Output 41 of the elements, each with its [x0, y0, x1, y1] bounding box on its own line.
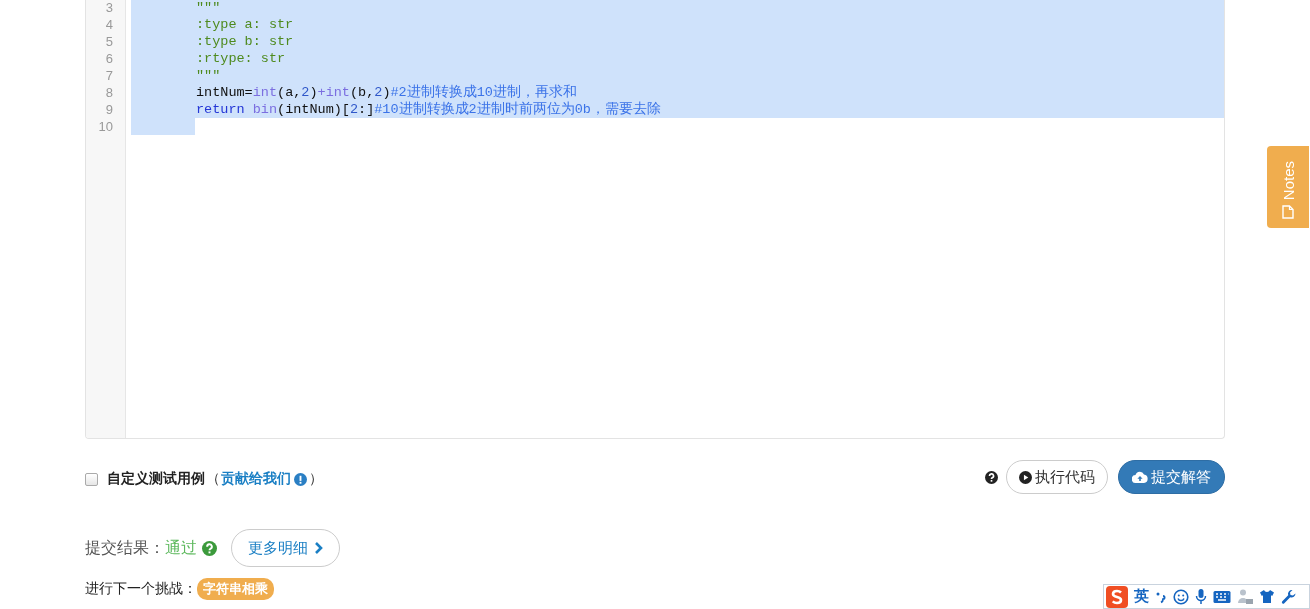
- keyboard-icon: [1213, 589, 1231, 604]
- person-icon: [1237, 588, 1253, 605]
- shirt-icon: [1259, 589, 1275, 604]
- parenthesis: ）: [309, 470, 323, 488]
- code-line: """: [196, 68, 221, 83]
- wrench-icon: [1281, 588, 1297, 605]
- checkbox-label: 自定义测试用例: [107, 470, 205, 488]
- smiley-icon: [1173, 588, 1189, 605]
- microphone-icon: [1195, 588, 1207, 605]
- line-number: 8: [104, 84, 114, 101]
- code-line: """: [196, 0, 221, 15]
- contribute-link[interactable]: 贡献给我们: [221, 470, 291, 488]
- line-number: 5: [104, 33, 114, 50]
- cloud-upload-icon: [1132, 471, 1148, 483]
- code-line: :type a: str: [196, 17, 294, 32]
- chevron-right-icon: [314, 542, 323, 554]
- play-icon: [1019, 470, 1032, 484]
- line-number: 3: [104, 0, 114, 16]
- line-number: 7: [104, 67, 114, 84]
- code-line: return bin(intNum)[2:]#10进制转换成2进制时前两位为0b，需要去除: [196, 102, 661, 117]
- line-number: 6: [104, 50, 114, 67]
- code-line: :type b: str: [196, 34, 294, 49]
- line-number: 9: [104, 101, 114, 118]
- checkbox[interactable]: [85, 472, 98, 486]
- run-code-button[interactable]: 执行代码: [1006, 460, 1108, 494]
- input-mode-toggle[interactable]: 英: [1134, 587, 1149, 606]
- line-number: 10: [97, 118, 114, 135]
- details-button[interactable]: 更多明细: [231, 529, 340, 567]
- next-challenge-label: 进行下一个挑战：: [85, 580, 197, 598]
- parenthesis: （: [206, 470, 220, 488]
- document-icon: [1282, 205, 1294, 219]
- help-icon: [985, 470, 998, 484]
- code-line: intNum=int(a,2)+int(b,2)#2进制转换成10进制，再求和: [196, 85, 577, 100]
- line-number: 4: [104, 16, 114, 33]
- result-label: 提交结果：: [85, 537, 165, 558]
- code-line: :rtype: str: [196, 51, 286, 66]
- help-icon: [202, 540, 217, 556]
- info-icon: [294, 472, 307, 486]
- result-status: 通过: [165, 537, 197, 558]
- submit-button[interactable]: 提交解答: [1118, 460, 1225, 494]
- code-editor[interactable]: 3 4 5 6 7 8 9 10 """ :type a: str :type b: str :rtype: str """ intNum=int(a,2)+int(b,2)#2进制转换成10进制，再求和 return bin(intNum)[2:]#10进制转换成2进制时前两位为0b，需要去除: [85, 0, 1225, 439]
